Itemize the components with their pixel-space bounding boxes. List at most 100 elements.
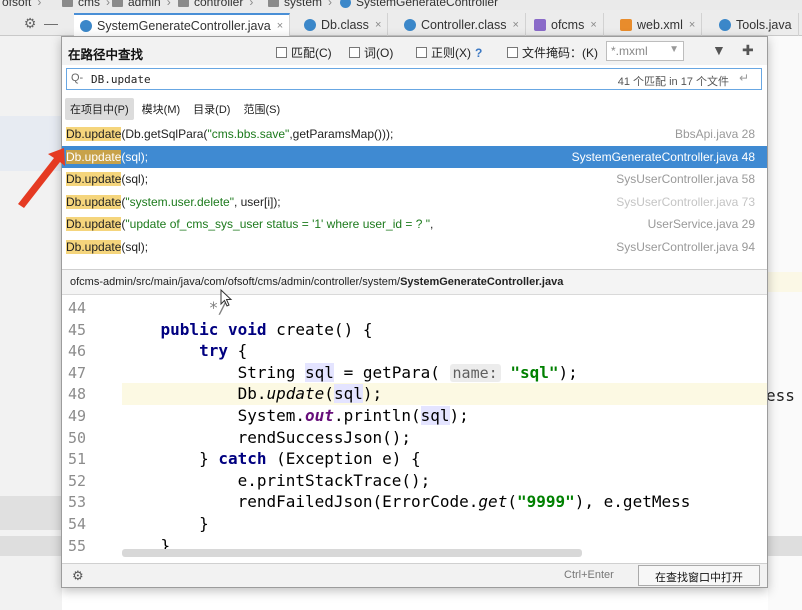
regex-help-icon[interactable]: ? <box>475 46 482 60</box>
match-case-option[interactable]: 匹配(C) <box>276 44 332 61</box>
search-input[interactable]: Q- DB.update 41 个匹配 in 17 个文件 ↵ <box>66 68 762 90</box>
code-line-content: } catch (Exception e) { <box>122 449 421 468</box>
scope-tab[interactable]: 在项目中(P) <box>65 98 134 120</box>
scope-tab[interactable]: 模块(M) <box>137 98 186 120</box>
code-token: */ <box>122 298 228 317</box>
editor-tab-bar: ⚙ — SystemGenerateController.java × Db.cla… <box>0 10 802 36</box>
current-line-background <box>768 272 802 292</box>
horizontal-scrollbar[interactable] <box>122 549 582 557</box>
class-icon <box>404 18 416 31</box>
close-icon[interactable]: × <box>590 19 596 31</box>
settings-gear-icon[interactable]: ⚙ <box>72 568 84 584</box>
filter-icon[interactable]: ▼ <box>712 42 726 58</box>
match-case-checkbox[interactable] <box>276 47 287 58</box>
result-string-literal: "cms.bbs.save" <box>207 127 290 141</box>
editor-tab[interactable]: SystemGenerateController.java × <box>74 13 291 36</box>
words-option[interactable]: 词(O) <box>349 44 393 61</box>
close-icon[interactable]: × <box>277 20 283 32</box>
popup-footer: ⚙ Ctrl+Enter 在查找窗口中打开 <box>62 563 767 587</box>
search-result-row[interactable]: Db.update("update of_cms_sys_user status… <box>62 213 767 235</box>
search-result-row[interactable]: Db.update(Db.getSqlPara("cms.bbs.save",g… <box>62 123 767 145</box>
search-result-row[interactable]: Db.update(sql); SystemGenerateController.… <box>62 145 767 168</box>
result-code-snippet: Db.update(sql); <box>66 240 148 254</box>
line-number: 46 <box>62 340 122 362</box>
close-icon[interactable]: × <box>375 19 381 31</box>
editor-tab[interactable]: Tools.java <box>713 13 799 36</box>
result-code-text: ,getParamsMap())); <box>289 127 394 141</box>
file-path-prefix: ofcms-admin/src/main/java/com/ofsoft/cms… <box>70 276 401 288</box>
editor-tab[interactable]: ofcms × <box>528 13 604 36</box>
search-result-row[interactable]: Db.update(sql); SysUserController.java 94 <box>62 236 767 258</box>
search-query[interactable]: DB.update <box>91 73 151 86</box>
file-mask-dropdown[interactable]: *.mxml ▼ <box>606 41 684 61</box>
code-token: "sql" <box>510 362 559 382</box>
breadcrumb-label: controller <box>194 0 244 9</box>
code-token: { <box>227 341 248 361</box>
regex-option[interactable]: 正则(X) ? <box>416 44 482 61</box>
result-code-text: (sql); <box>121 240 149 254</box>
code-line: e.printStackTrace(); <box>122 470 767 492</box>
line-number: 50 <box>62 427 122 449</box>
code-token: name: <box>449 363 501 382</box>
pin-icon[interactable]: ✚ <box>742 42 754 59</box>
match-highlight: Db.update <box>66 240 122 254</box>
match-count: 41 个匹配 in 17 个文件 <box>617 76 729 88</box>
breadcrumb-item[interactable]: admin › <box>112 0 171 9</box>
editor-tab[interactable]: Controller.class × <box>398 13 526 36</box>
breadcrumb-item[interactable]: cms › <box>62 0 110 9</box>
settings-gear-icon[interactable]: ⚙ <box>18 15 42 32</box>
code-preview-editor[interactable]: 44 45 46 47 48 49 50 51 52 53 54 55 */ public void … <box>62 295 767 563</box>
line-number-text: 54 <box>68 515 87 533</box>
code-line: String sql = getPara( name: "sql"); <box>122 362 767 384</box>
chevron-down-icon: ▼ <box>669 44 679 55</box>
words-checkbox[interactable] <box>349 47 360 58</box>
line-number-text: 44 <box>68 299 87 317</box>
breadcrumb-item[interactable]: controller › <box>178 0 253 9</box>
editor-tab-label: Tools.java <box>736 17 792 32</box>
minimize-icon[interactable]: — <box>42 15 60 31</box>
code-token: rendFailedJson(ErrorCode. <box>122 492 479 512</box>
match-highlight: Db.update <box>66 217 122 232</box>
breadcrumb-label: cms <box>78 0 100 9</box>
mouse-cursor-icon <box>220 289 233 307</box>
line-number-text: 49 <box>68 407 87 425</box>
search-result-row[interactable]: Db.update("system.user.delete", user[i])… <box>62 191 767 213</box>
code-token: void <box>227 319 267 339</box>
words-label: 词(O) <box>364 46 394 60</box>
result-file-location: SysUserController.java 94 <box>616 240 755 254</box>
close-icon[interactable]: × <box>689 19 695 31</box>
breadcrumb-item[interactable]: SystemGenerateController <box>340 0 498 9</box>
code-line: rendFailedJson(ErrorCode.get("9999"), e.… <box>122 491 767 513</box>
scope-tab[interactable]: 范围(S) <box>238 98 285 120</box>
code-token: sql <box>420 406 450 425</box>
editor-tab-label: SystemGenerateController.java <box>97 18 271 33</box>
code-token: } <box>122 449 219 469</box>
code-token: catch <box>218 449 267 469</box>
code-token: ); <box>558 362 578 382</box>
regex-checkbox[interactable] <box>416 47 427 58</box>
editor-tab[interactable]: web.xml × <box>614 13 703 36</box>
scope-tab[interactable]: 目录(D) <box>188 98 235 120</box>
code-token: rendSuccessJson(); <box>122 427 411 447</box>
module-icon <box>534 18 546 31</box>
editor-tab-label: ofcms <box>551 17 585 32</box>
breadcrumb-item[interactable]: ofsoft › <box>2 0 41 9</box>
breadcrumb-item[interactable]: system › <box>268 0 332 9</box>
open-in-find-window-button[interactable]: 在查找窗口中打开 <box>638 565 760 586</box>
folder-icon <box>178 0 189 7</box>
result-code-text: , user[i]); <box>233 194 281 209</box>
match-highlight: Db.update <box>66 149 122 164</box>
file-mask-option[interactable]: 文件掩码：(K) <box>507 44 598 61</box>
close-icon[interactable]: × <box>512 19 518 31</box>
code-line: } catch (Exception e) { <box>122 448 767 470</box>
editor-tab[interactable]: Db.class × <box>298 13 389 36</box>
code-token: = getPara( <box>333 362 450 382</box>
line-number: 53 <box>62 491 122 513</box>
breadcrumb-separator: › <box>37 0 42 9</box>
code-token: update <box>266 384 325 404</box>
search-result-row[interactable]: Db.update(sql); SysUserController.java 58 <box>62 168 767 190</box>
new-line-icon[interactable]: ↵ <box>739 71 749 85</box>
file-mask-checkbox[interactable] <box>507 47 518 58</box>
